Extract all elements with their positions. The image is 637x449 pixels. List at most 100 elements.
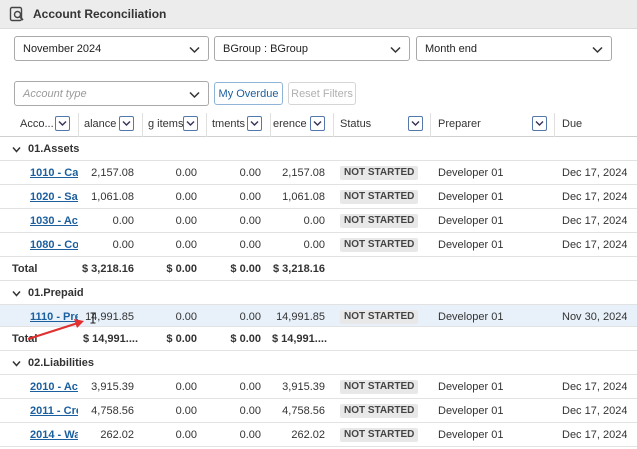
- chevron-down-icon[interactable]: [12, 145, 21, 154]
- group-row-prepaid[interactable]: 01.Prepaid: [0, 281, 637, 305]
- account-link[interactable]: 1110 - Prep: [30, 311, 78, 323]
- chevron-down-icon[interactable]: [12, 359, 21, 368]
- column-divider: [206, 113, 207, 137]
- account-link[interactable]: 2010 - Acco: [30, 381, 78, 393]
- adjustments-cell: 0.00: [239, 405, 261, 417]
- chevron-down-icon: [250, 121, 259, 126]
- chevron-down-icon[interactable]: [12, 289, 21, 298]
- page-title: Account Reconciliation: [33, 7, 167, 21]
- column-filter-button[interactable]: [55, 116, 70, 131]
- total-items: $ 0.00: [166, 263, 197, 275]
- group-row-assets[interactable]: 01.Assets: [0, 137, 637, 161]
- preparer-cell: Developer 01: [438, 191, 504, 203]
- total-row: Total $ 14,991.... $ 0.00 $ 0.00 $ 14,99…: [0, 327, 637, 351]
- difference-cell: 1,061.08: [282, 191, 325, 203]
- balance-cell: 3,915.39: [91, 381, 134, 393]
- account-link[interactable]: 1020 - Savir: [30, 191, 78, 203]
- items-cell: 0.00: [175, 167, 197, 179]
- column-divider: [430, 113, 431, 137]
- chevron-down-icon: [189, 46, 200, 54]
- entity-select[interactable]: BGroup : BGroup: [214, 36, 410, 61]
- chevron-down-icon: [313, 121, 322, 126]
- group-label: 01.Assets: [28, 143, 80, 155]
- preparer-cell: Developer 01: [438, 381, 504, 393]
- frequency-select[interactable]: Month end: [416, 36, 612, 61]
- balance-cell: 2,157.08: [91, 167, 134, 179]
- adjustments-cell: 0.00: [239, 429, 261, 441]
- difference-cell: 262.02: [291, 429, 325, 441]
- status-badge: NOT STARTED: [340, 214, 419, 228]
- column-header-status: Status: [340, 118, 372, 130]
- due-cell: Nov 30, 2024: [562, 311, 628, 323]
- table-row[interactable]: 1010 - Cash 2,157.08 0.00 0.00 2,157.08 …: [0, 161, 637, 185]
- column-header-due: Due: [562, 118, 583, 130]
- items-cell: 0.00: [175, 405, 197, 417]
- column-header-account: Acco...: [20, 118, 54, 130]
- table-row[interactable]: 2010 - Acco 3,915.39 0.00 0.00 3,915.39 …: [0, 375, 637, 399]
- items-cell: 0.00: [175, 429, 197, 441]
- table-row[interactable]: 2011 - Cred 4,758.56 0.00 0.00 4,758.56 …: [0, 399, 637, 423]
- column-filter-button[interactable]: [532, 116, 547, 131]
- status-badge: NOT STARTED: [340, 238, 419, 252]
- adjustments-cell: 0.00: [239, 215, 261, 227]
- total-adjustments: $ 0.00: [230, 263, 261, 275]
- column-filter-button[interactable]: [247, 116, 262, 131]
- status-badge: NOT STARTED: [340, 428, 419, 442]
- column-divider: [142, 113, 143, 137]
- items-cell: 0.00: [175, 239, 197, 251]
- period-select-value: November 2024: [23, 43, 102, 55]
- preparer-cell: Developer 01: [438, 405, 504, 417]
- account-link[interactable]: 2014 - Wag: [30, 429, 78, 441]
- status-badge: NOT STARTED: [340, 190, 419, 204]
- difference-cell: 4,758.56: [282, 405, 325, 417]
- column-divider: [554, 113, 555, 137]
- preparer-cell: Developer 01: [438, 167, 504, 179]
- account-link[interactable]: 1010 - Cash: [30, 167, 78, 179]
- balance-cell: 0.00: [112, 239, 134, 251]
- reset-filters-button[interactable]: Reset Filters: [288, 82, 356, 105]
- balance-cell: 1,061.08: [91, 191, 134, 203]
- due-cell: Dec 17, 2024: [562, 239, 628, 251]
- due-cell: Dec 17, 2024: [562, 191, 628, 203]
- group-row-liabilities[interactable]: 02.Liabilities: [0, 351, 637, 375]
- balance-cell: 0.00: [112, 215, 134, 227]
- column-divider: [333, 113, 334, 137]
- adjustments-cell: 0.00: [239, 167, 261, 179]
- column-divider: [78, 113, 79, 137]
- account-link[interactable]: 1080 - Com: [30, 239, 78, 251]
- preparer-cell: Developer 01: [438, 215, 504, 227]
- account-link[interactable]: 1030 - Acco: [30, 215, 78, 227]
- column-filter-button[interactable]: [408, 116, 423, 131]
- difference-cell: 0.00: [303, 215, 325, 227]
- account-type-select[interactable]: Account type: [14, 81, 209, 106]
- items-cell: 0.00: [175, 311, 197, 323]
- status-badge: NOT STARTED: [340, 166, 419, 180]
- account-link[interactable]: 2011 - Cred: [30, 405, 78, 417]
- total-difference: $ 14,991....: [271, 333, 327, 345]
- column-filter-button[interactable]: [310, 116, 325, 131]
- due-cell: Dec 17, 2024: [562, 215, 628, 227]
- adjustments-cell: 0.00: [239, 311, 261, 323]
- preparer-cell: Developer 01: [438, 239, 504, 251]
- difference-cell: 3,915.39: [282, 381, 325, 393]
- title-bar: Account Reconciliation: [0, 0, 637, 29]
- difference-cell: 0.00: [303, 239, 325, 251]
- chevron-down-icon: [390, 46, 401, 54]
- table-row[interactable]: 2014 - Wag 262.02 0.00 0.00 262.02 NOT S…: [0, 423, 637, 447]
- items-cell: 0.00: [175, 191, 197, 203]
- column-filter-button[interactable]: [183, 116, 198, 131]
- adjustments-cell: 0.00: [239, 191, 261, 203]
- total-items: $ 0.00: [166, 333, 197, 345]
- my-overdue-button[interactable]: My Overdue: [214, 82, 283, 105]
- table-row[interactable]: 1080 - Com 0.00 0.00 0.00 0.00 NOT START…: [0, 233, 637, 257]
- balance-cell: 262.02: [100, 429, 134, 441]
- total-row: Total $ 3,218.16 $ 0.00 $ 0.00 $ 3,218.1…: [0, 257, 637, 281]
- table-row[interactable]: 1020 - Savir 1,061.08 0.00 0.00 1,061.08…: [0, 185, 637, 209]
- table-row[interactable]: 1030 - Acco 0.00 0.00 0.00 0.00 NOT STAR…: [0, 209, 637, 233]
- column-header-balance: alance: [84, 118, 117, 130]
- entity-select-value: BGroup : BGroup: [223, 43, 308, 55]
- column-filter-button[interactable]: [119, 116, 134, 131]
- period-select[interactable]: November 2024: [14, 36, 209, 61]
- items-cell: 0.00: [175, 381, 197, 393]
- difference-cell: 14,991.85: [276, 311, 325, 323]
